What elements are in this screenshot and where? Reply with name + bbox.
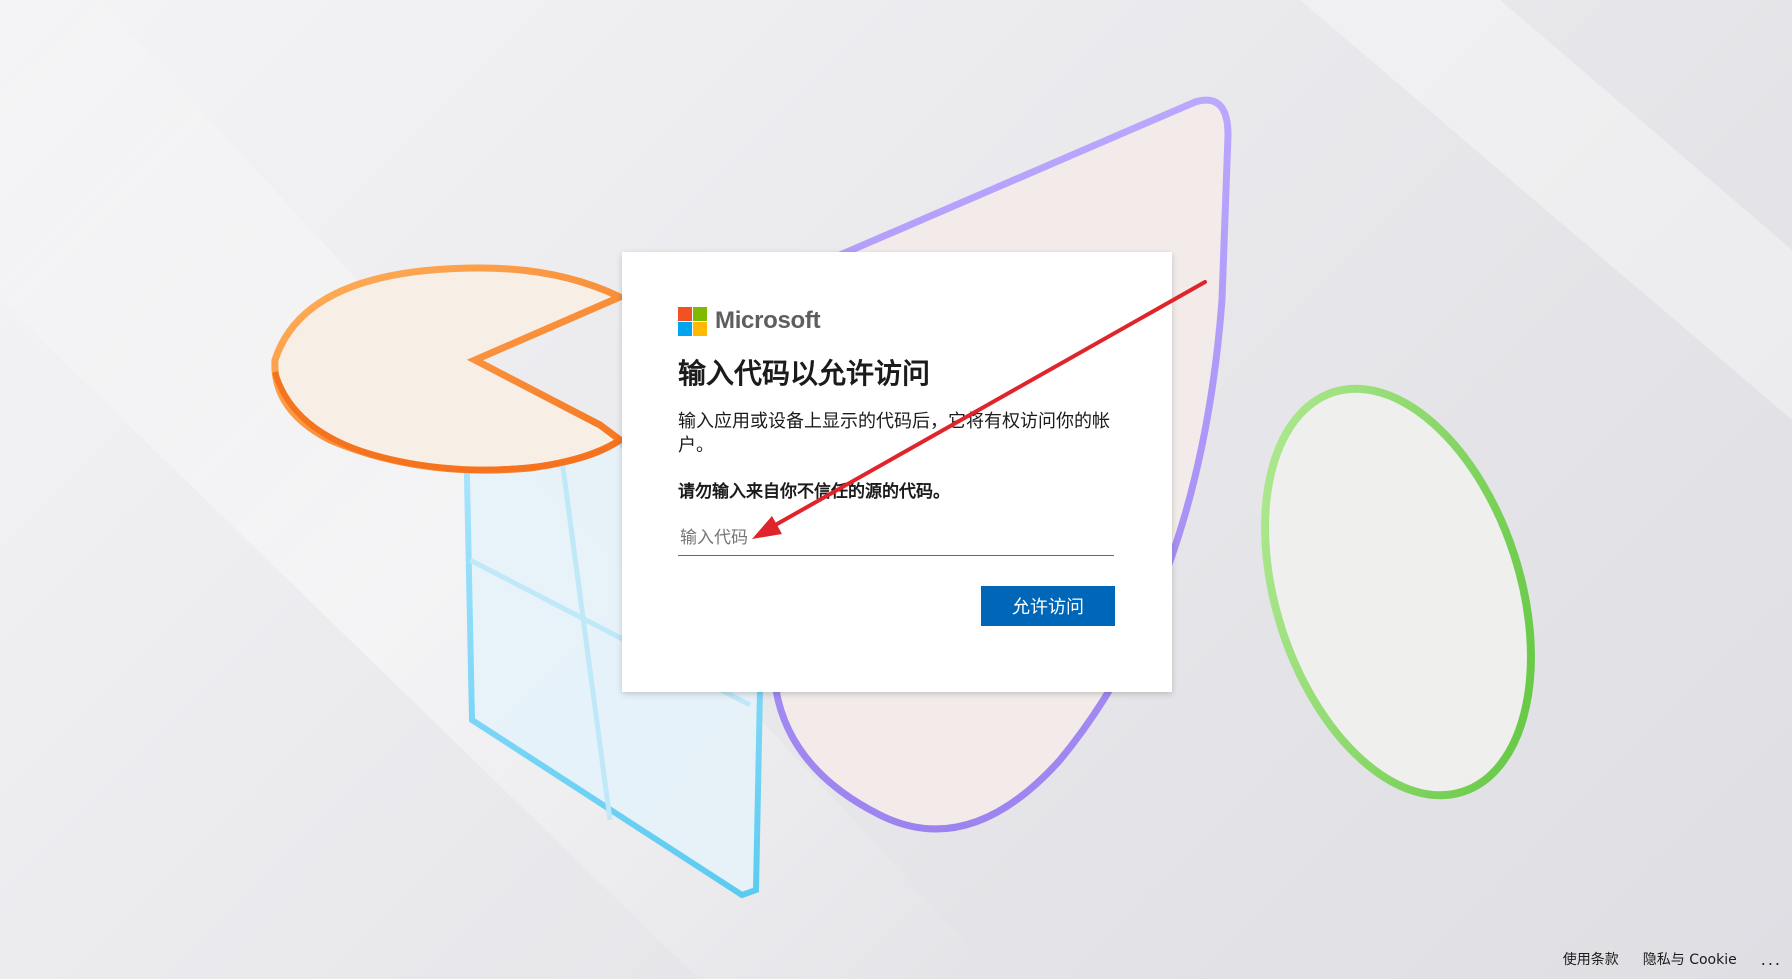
- terms-link[interactable]: 使用条款: [1563, 949, 1619, 969]
- microsoft-brand: Microsoft: [678, 306, 1116, 336]
- code-input[interactable]: [678, 520, 1114, 556]
- sign-in-page: Microsoft 输入代码以允许访问 输入应用或设备上显示的代码后，它将有权访…: [0, 0, 1792, 979]
- footer: 使用条款 隐私与 Cookie ...: [1563, 939, 1792, 979]
- card-actions: 允许访问: [678, 586, 1115, 626]
- page-title: 输入代码以允许访问: [678, 357, 931, 390]
- more-options-icon[interactable]: ...: [1761, 950, 1782, 969]
- green-disc: [1261, 384, 1535, 800]
- microsoft-logo-icon: [678, 306, 707, 336]
- device-code-card: Microsoft 输入代码以允许访问 输入应用或设备上显示的代码后，它将有权访…: [622, 252, 1172, 692]
- description-text: 输入应用或设备上显示的代码后，它将有权访问你的帐户。: [678, 411, 1110, 456]
- light-band: [1300, 0, 1792, 420]
- security-warning: 请勿输入来自你不信任的源的代码。: [678, 482, 950, 502]
- privacy-cookie-link[interactable]: 隐私与 Cookie: [1643, 949, 1737, 969]
- allow-access-button[interactable]: 允许访问: [981, 586, 1115, 626]
- orange-pie-shape: [271, 264, 629, 474]
- brand-name: Microsoft: [715, 307, 821, 334]
